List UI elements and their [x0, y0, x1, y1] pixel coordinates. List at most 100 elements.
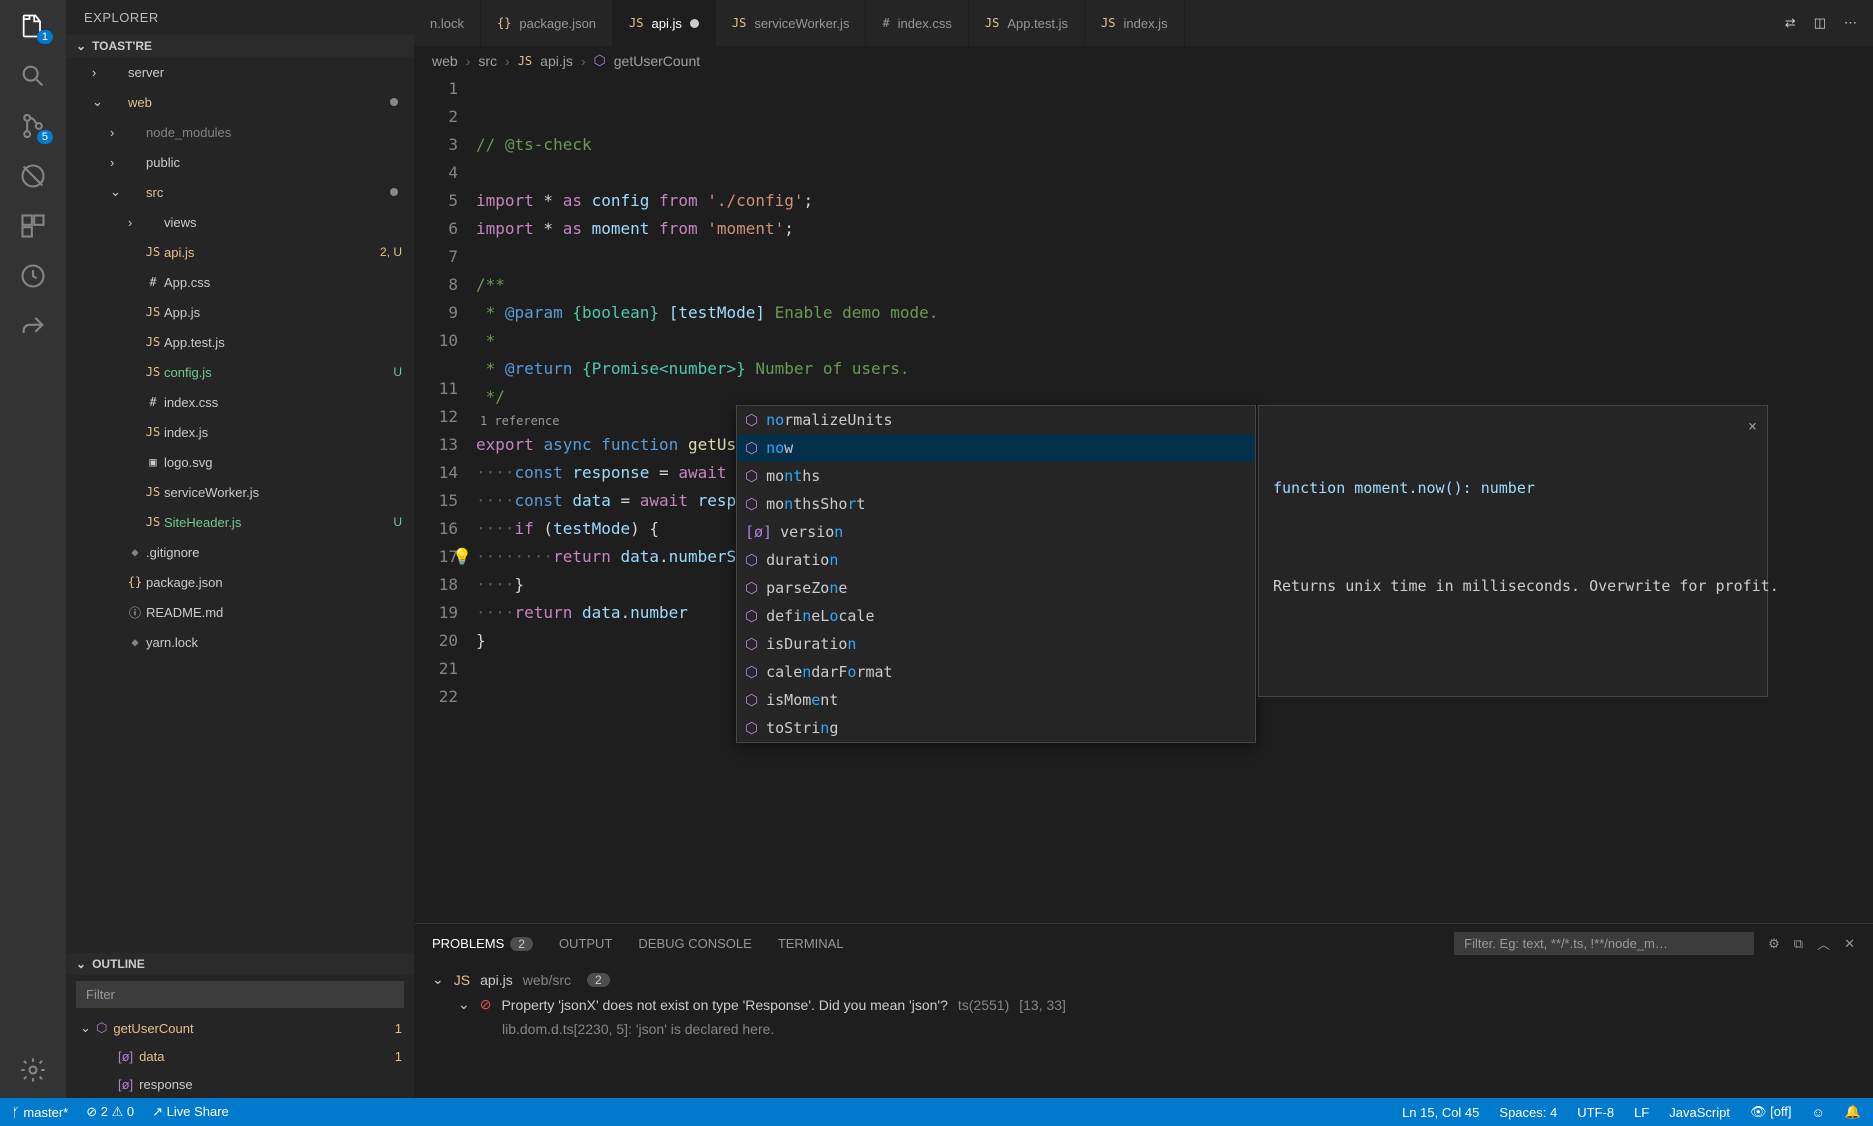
suggest-item[interactable]: ⬡monthsShort: [737, 490, 1255, 518]
collapse-icon[interactable]: ⧉: [1794, 936, 1803, 952]
lightbulb-icon[interactable]: 💡: [452, 543, 472, 571]
status-ln[interactable]: Ln 15, Col 45: [1402, 1105, 1479, 1120]
sidebar-title: EXPLORER: [66, 0, 414, 35]
status-feedback[interactable]: ☺: [1812, 1105, 1825, 1120]
file-icon: JS: [629, 16, 643, 30]
breadcrumb-item[interactable]: web: [432, 53, 458, 69]
tree-item[interactable]: ⓘREADME.md: [66, 597, 414, 627]
tree-item[interactable]: ⌄web: [66, 87, 414, 117]
status-prettier[interactable]: 👁 [off]: [1750, 1104, 1792, 1120]
outline-count: 1: [395, 1049, 402, 1064]
tree-item[interactable]: #App.css: [66, 267, 414, 297]
problems-file[interactable]: ⌄ JS api.js web/src 2: [432, 967, 1855, 992]
tree-item[interactable]: JSconfig.jsU: [66, 357, 414, 387]
file-icon: {}: [124, 575, 146, 589]
close-icon[interactable]: ✕: [1844, 936, 1855, 952]
activity-share[interactable]: [19, 312, 47, 340]
outline-label: getUserCount: [113, 1021, 394, 1036]
activity-remote[interactable]: [19, 262, 47, 290]
status-language[interactable]: JavaScript: [1669, 1105, 1730, 1120]
status-eol[interactable]: LF: [1634, 1105, 1649, 1120]
suggest-item[interactable]: [ø]version: [737, 518, 1255, 546]
tree-item[interactable]: JSindex.js: [66, 417, 414, 447]
editor-tab[interactable]: JSindex.js: [1085, 0, 1185, 46]
tree-item[interactable]: ▣logo.svg: [66, 447, 414, 477]
section-project[interactable]: ⌄TOAST'RE: [66, 35, 414, 57]
compare-icon[interactable]: ⇄: [1785, 15, 1796, 31]
problems-filter[interactable]: Filter. Eg: text, **/*.ts, !**/node_m…: [1454, 932, 1754, 955]
tab-label: package.json: [519, 16, 596, 31]
tree-item[interactable]: ◆.gitignore: [66, 537, 414, 567]
tree-item[interactable]: JSapi.js2, U: [66, 237, 414, 267]
tree-item[interactable]: #index.css: [66, 387, 414, 417]
suggest-item[interactable]: ⬡defineLocale: [737, 602, 1255, 630]
gutter: 12345678910111213141516171819202122: [414, 75, 476, 923]
outline-item[interactable]: ⌄⬡getUserCount1: [66, 1014, 414, 1042]
suggest-item[interactable]: ⬡calendarFormat: [737, 658, 1255, 686]
tree-item[interactable]: ◆yarn.lock: [66, 627, 414, 657]
suggest-item[interactable]: ⬡months: [737, 462, 1255, 490]
panel-tab-terminal[interactable]: TERMINAL: [778, 936, 844, 951]
panel-tab-output[interactable]: OUTPUT: [559, 936, 612, 951]
tab-bar: n.lock{}package.jsonJSapi.jsJSserviceWor…: [414, 0, 1873, 46]
status-liveshare[interactable]: ↗ Live Share: [152, 1104, 229, 1120]
tree-item[interactable]: ⌄src: [66, 177, 414, 207]
editor-tab[interactable]: JSapi.js: [613, 0, 716, 46]
close-icon[interactable]: ×: [1748, 412, 1757, 440]
status-errors[interactable]: ⊘ 2 ⚠ 0: [86, 1104, 134, 1120]
suggest-item[interactable]: ⬡duration: [737, 546, 1255, 574]
outline-item[interactable]: [ø]response: [66, 1070, 414, 1098]
editor-tab[interactable]: n.lock: [414, 0, 481, 46]
chevron-up-icon[interactable]: ︿: [1817, 934, 1830, 953]
panel-tab-debug[interactable]: DEBUG CONSOLE: [638, 936, 751, 951]
filter-settings-icon[interactable]: ⚙: [1768, 936, 1780, 952]
panel-tab-problems[interactable]: PROBLEMS2: [432, 936, 533, 951]
status-encoding[interactable]: UTF-8: [1577, 1105, 1614, 1120]
symbol-icon: [ø]: [118, 1077, 133, 1092]
file-icon: JS: [142, 515, 164, 529]
status-bell[interactable]: 🔔: [1845, 1104, 1861, 1120]
activity-scm[interactable]: 5: [19, 112, 47, 140]
activity-extensions[interactable]: [19, 212, 47, 240]
suggest-item[interactable]: ⬡normalizeUnits: [737, 406, 1255, 434]
tree-item[interactable]: JSserviceWorker.js: [66, 477, 414, 507]
status-branch[interactable]: ᚶ master*: [12, 1105, 68, 1120]
tree-item[interactable]: ›server: [66, 57, 414, 87]
activity-search[interactable]: [19, 62, 47, 90]
activity-debug[interactable]: [19, 162, 47, 190]
tree-item[interactable]: JSSiteHeader.jsU: [66, 507, 414, 537]
editor-tab[interactable]: #index.css: [866, 0, 968, 46]
problem-hint[interactable]: lib.dom.d.ts[2230, 5]: 'json' is declare…: [432, 1017, 1855, 1041]
suggest-item[interactable]: ⬡toString: [737, 714, 1255, 742]
tree-item[interactable]: JSApp.js: [66, 297, 414, 327]
outline-filter[interactable]: Filter: [76, 981, 404, 1008]
more-icon[interactable]: ⋯: [1844, 15, 1857, 31]
problem-item[interactable]: ⌄ ⊘ Property 'jsonX' does not exist on t…: [432, 992, 1855, 1017]
suggest-item[interactable]: ⬡now: [737, 434, 1255, 462]
outline-item[interactable]: [ø]data1: [66, 1042, 414, 1070]
tree-item[interactable]: {}package.json: [66, 567, 414, 597]
breadcrumb-item[interactable]: getUserCount: [614, 53, 700, 69]
tree-item[interactable]: ›node_modules: [66, 117, 414, 147]
split-icon[interactable]: ◫: [1814, 15, 1826, 31]
section-outline[interactable]: ⌄OUTLINE: [66, 953, 414, 975]
activity-settings[interactable]: [19, 1056, 47, 1084]
tree-item[interactable]: ›public: [66, 147, 414, 177]
suggest-item[interactable]: ⬡parseZone: [737, 574, 1255, 602]
breadcrumb-item[interactable]: api.js: [540, 53, 573, 69]
editor-tab[interactable]: {}package.json: [481, 0, 613, 46]
breadcrumb-item[interactable]: src: [478, 53, 497, 69]
editor-tab[interactable]: JSApp.test.js: [969, 0, 1085, 46]
code-lines[interactable]: // @ts-check import * as config from './…: [476, 75, 1873, 923]
chevron-icon: ›: [128, 215, 142, 230]
suggest-widget[interactable]: ⬡normalizeUnits⬡now⬡months⬡monthsShort[ø…: [736, 405, 1256, 743]
tree-item[interactable]: ›views: [66, 207, 414, 237]
code-editor[interactable]: 12345678910111213141516171819202122 // @…: [414, 75, 1873, 923]
tree-item[interactable]: JSApp.test.js: [66, 327, 414, 357]
editor-tab[interactable]: JSserviceWorker.js: [716, 0, 867, 46]
suggest-item[interactable]: ⬡isDuration: [737, 630, 1255, 658]
suggest-item[interactable]: ⬡isMoment: [737, 686, 1255, 714]
breadcrumb[interactable]: web›src›JSapi.js›⬡getUserCount: [414, 46, 1873, 75]
activity-explorer[interactable]: 1: [19, 12, 47, 40]
status-spaces[interactable]: Spaces: 4: [1499, 1105, 1557, 1120]
